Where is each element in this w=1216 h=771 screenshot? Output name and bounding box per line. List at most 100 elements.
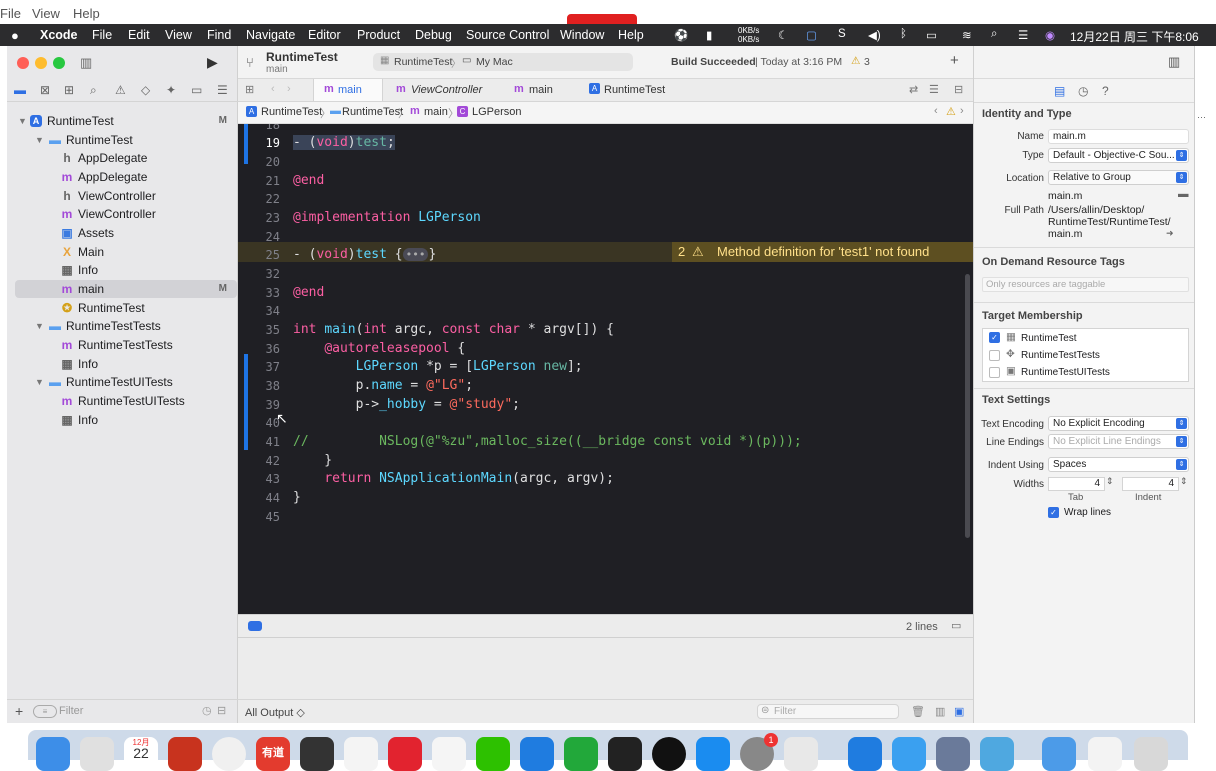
- target-checkbox-uitests[interactable]: [989, 367, 1000, 378]
- menu-editor[interactable]: Editor: [308, 28, 341, 42]
- navigator-filter-input[interactable]: Filter: [59, 705, 83, 717]
- menu-navigate[interactable]: Navigate: [246, 28, 295, 42]
- file-inspector-icon[interactable]: ▤: [1054, 84, 1065, 98]
- xcode-beta-dock-icon[interactable]: [848, 737, 882, 771]
- target-checkbox-tests[interactable]: [989, 350, 1000, 361]
- folder-icon[interactable]: ▬: [1178, 188, 1189, 200]
- folder-icon[interactable]: ▬: [14, 83, 26, 97]
- finder-dock-icon[interactable]: [36, 737, 70, 771]
- document-dock-icon[interactable]: [1088, 737, 1122, 771]
- history-inspector-icon[interactable]: ◷: [1078, 84, 1088, 98]
- qq-dock-icon[interactable]: [652, 737, 686, 771]
- recent-files-icon[interactable]: ◷: [202, 704, 212, 717]
- find-icon[interactable]: ⌕: [90, 83, 97, 98]
- help-inspector-icon[interactable]: ?: [1102, 84, 1109, 98]
- menu-source-control[interactable]: Source Control: [466, 28, 549, 42]
- tree-item-assets[interactable]: ▣ Assets: [15, 224, 237, 242]
- tree-item-uitests-m[interactable]: m RuntimeTestUITests: [15, 392, 237, 410]
- preview-dock-icon[interactable]: [936, 737, 970, 771]
- menu-edit[interactable]: Edit: [128, 28, 150, 42]
- editor-dock-icon[interactable]: [784, 737, 818, 771]
- test-icon[interactable]: ◇: [141, 83, 150, 97]
- status-bluetooth-icon[interactable]: ᛒ: [900, 28, 907, 40]
- target-checkbox-runtimetest[interactable]: ✓: [989, 332, 1000, 343]
- menu-app-xcode[interactable]: Xcode: [40, 28, 78, 42]
- related-items-icon[interactable]: ⊞: [245, 83, 254, 96]
- status-soccer-icon[interactable]: ⚽: [674, 28, 688, 42]
- variables-view-icon[interactable]: ▥: [935, 705, 945, 718]
- source-control-icon[interactable]: ⊠: [40, 83, 50, 97]
- destination-selector[interactable]: My Mac: [476, 56, 513, 68]
- warning-icon[interactable]: ⚠: [851, 55, 860, 67]
- jump-project[interactable]: RuntimeTest: [261, 106, 322, 118]
- calendar-dock-icon[interactable]: 12月 22: [124, 737, 158, 771]
- jump-symbol[interactable]: LGPerson: [472, 106, 522, 118]
- jump-file[interactable]: main: [424, 106, 448, 118]
- tree-item-entitlements[interactable]: ✪ RuntimeTest: [15, 299, 237, 317]
- qq-browser-dock-icon[interactable]: [432, 737, 466, 771]
- refresh-icon[interactable]: ⇄: [909, 83, 918, 96]
- console-filter-field[interactable]: ⊜ Filter: [757, 704, 899, 719]
- menu-find[interactable]: Find: [207, 28, 231, 42]
- debug-icon[interactable]: ✦: [166, 83, 176, 97]
- tab-width-stepper[interactable]: ⇕: [1106, 476, 1114, 487]
- console-area[interactable]: All Output ◇ ⊜ Filter 🗑 ▥ ▣: [238, 638, 973, 723]
- status-search-icon[interactable]: ⌕: [991, 28, 997, 41]
- status-window-icon[interactable]: ▢: [806, 28, 817, 42]
- downloads-dock-icon[interactable]: [1042, 737, 1076, 771]
- branch-icon[interactable]: ⑂: [246, 55, 254, 70]
- netease-music-dock-icon[interactable]: [388, 737, 422, 771]
- minimap-icon[interactable]: ▭: [951, 619, 961, 632]
- status-clock[interactable]: 12月22日 周三 下午8:06: [1070, 28, 1199, 45]
- disclosure-open-icon[interactable]: ▼: [35, 373, 44, 391]
- window-minimize-button[interactable]: [35, 57, 47, 69]
- tree-item-main-storyboard[interactable]: X Main: [15, 243, 237, 261]
- line-endings-select[interactable]: No Explicit Line Endings ⇕: [1048, 434, 1189, 449]
- youdao-dock-icon[interactable]: 有道: [256, 737, 290, 771]
- keynote-dock-icon[interactable]: [892, 737, 926, 771]
- reveal-in-finder-icon[interactable]: ➜: [1166, 228, 1174, 239]
- tree-item-viewcontroller-h[interactable]: h ViewController: [15, 187, 237, 205]
- trash-icon[interactable]: 🗑: [911, 705, 925, 718]
- folded-code[interactable]: •••: [402, 248, 429, 261]
- indent-using-select[interactable]: Spaces ⇕: [1048, 457, 1189, 472]
- tree-item-appdelegate-m[interactable]: m AppDelegate: [15, 168, 237, 186]
- app-store-dock-icon[interactable]: [696, 737, 730, 771]
- activity-dock-icon[interactable]: [300, 737, 334, 771]
- status-wifi-icon[interactable]: ≋: [962, 28, 972, 42]
- name-field[interactable]: main.m: [1048, 129, 1189, 144]
- toggle-debug-area-icon[interactable]: [248, 621, 262, 631]
- host-menu-file[interactable]: File: [0, 6, 21, 21]
- wrap-lines-checkbox[interactable]: ✓: [1048, 507, 1059, 518]
- system-preferences-dock-icon[interactable]: 1: [740, 733, 778, 771]
- source-editor[interactable]: 2 ⚠ Method definition for 'test1' not fo…: [238, 124, 973, 614]
- host-menu-view[interactable]: View: [32, 6, 60, 21]
- status-battery-icon[interactable]: ▭: [926, 28, 937, 42]
- add-tab-icon[interactable]: +: [950, 52, 959, 69]
- warning-count[interactable]: 3: [864, 56, 870, 68]
- inspector-toggle-icon[interactable]: ▥: [1168, 54, 1180, 70]
- indent-width-field[interactable]: 4: [1122, 477, 1179, 491]
- tree-item-group-tests[interactable]: ▼ ▬ RuntimeTestTests: [15, 317, 237, 335]
- launchpad-dock-icon[interactable]: [80, 737, 114, 771]
- scheme-selector[interactable]: RuntimeTest: [394, 56, 452, 68]
- xcode-dock-icon[interactable]: [520, 737, 554, 771]
- menu-window[interactable]: Window: [560, 28, 604, 42]
- output-selector[interactable]: All Output ◇: [245, 706, 305, 719]
- location-select[interactable]: Relative to Group ⇕: [1048, 170, 1189, 185]
- split-editor-icon[interactable]: ⊟: [954, 83, 963, 96]
- h-app-dock-icon[interactable]: [564, 737, 598, 771]
- menu-help[interactable]: Help: [618, 28, 644, 42]
- tree-item-uitests-info[interactable]: ▦ Info: [15, 411, 237, 429]
- status-siri-icon[interactable]: ◉: [1045, 28, 1055, 42]
- host-menu-help[interactable]: Help: [73, 6, 100, 21]
- notes-dock-icon[interactable]: [344, 737, 378, 771]
- disclosure-open-icon[interactable]: ▼: [35, 131, 44, 149]
- issue-icon[interactable]: ⚠: [115, 83, 126, 97]
- back-icon[interactable]: ‹: [271, 83, 275, 95]
- disclosure-open-icon[interactable]: ▼: [18, 112, 27, 130]
- tab-width-field[interactable]: 4: [1048, 477, 1105, 491]
- console-view-icon[interactable]: ▣: [954, 705, 964, 718]
- wechat-dock-icon[interactable]: [476, 737, 510, 771]
- menu-product[interactable]: Product: [357, 28, 400, 42]
